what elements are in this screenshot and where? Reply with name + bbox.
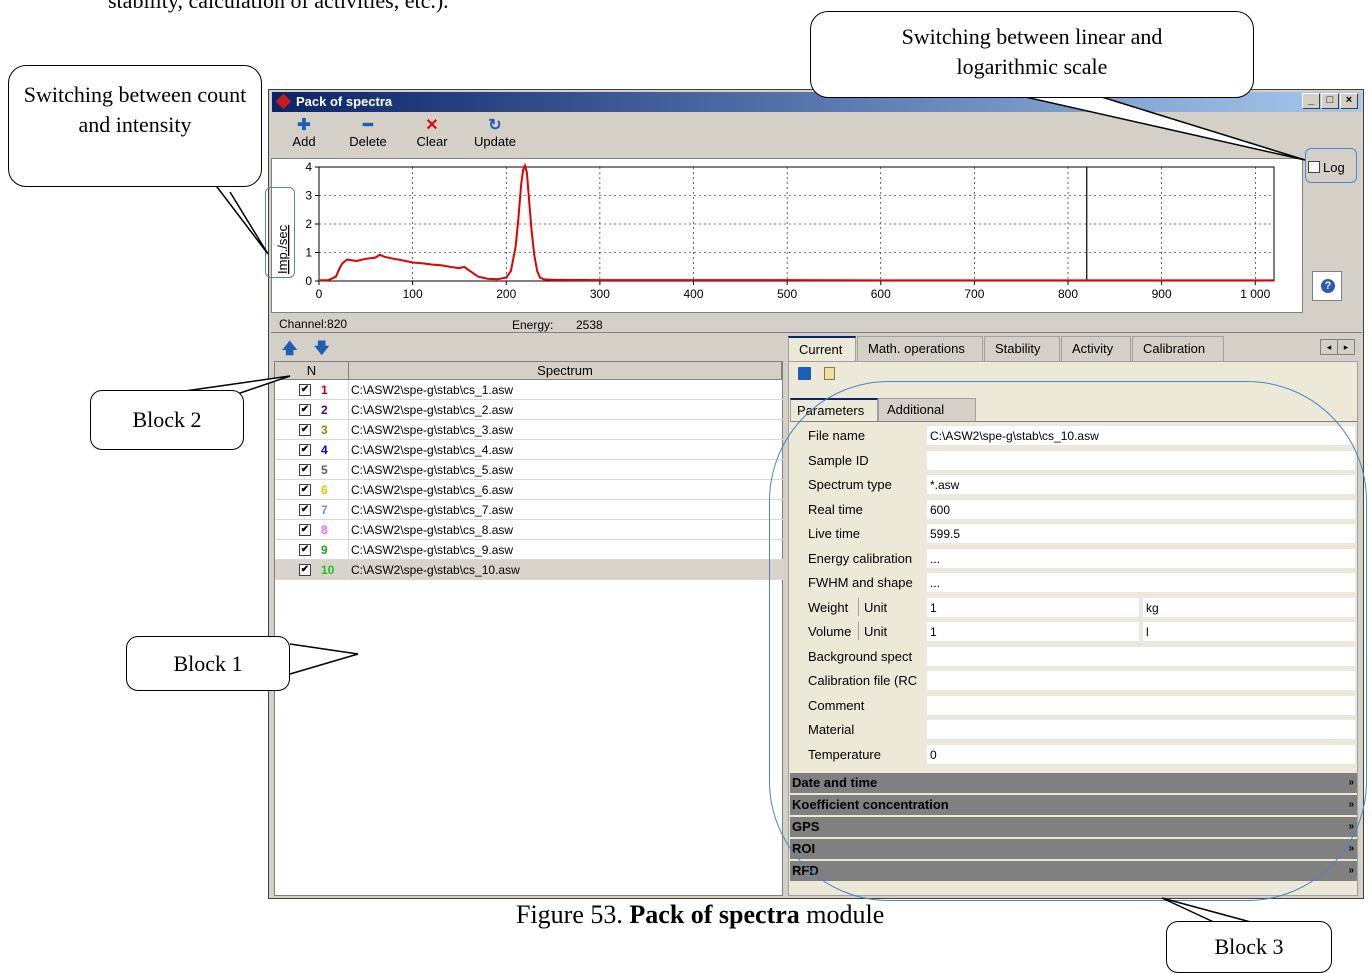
callout-block3: Block 3 — [1166, 921, 1332, 973]
figure-caption: Figure 53. Pack of spectra module — [516, 900, 884, 930]
callout-block1: Block 1 — [126, 636, 290, 691]
callout-linear-log: Switching between linear and logarithmic… — [810, 11, 1254, 98]
caption-prefix: Figure 53. — [516, 900, 630, 929]
caption-suffix: module — [799, 900, 885, 929]
callout-block2: Block 2 — [90, 390, 244, 450]
caption-bold: Pack of spectra — [629, 900, 800, 929]
callout-count-intensity: Switching between count and intensity — [8, 65, 262, 187]
